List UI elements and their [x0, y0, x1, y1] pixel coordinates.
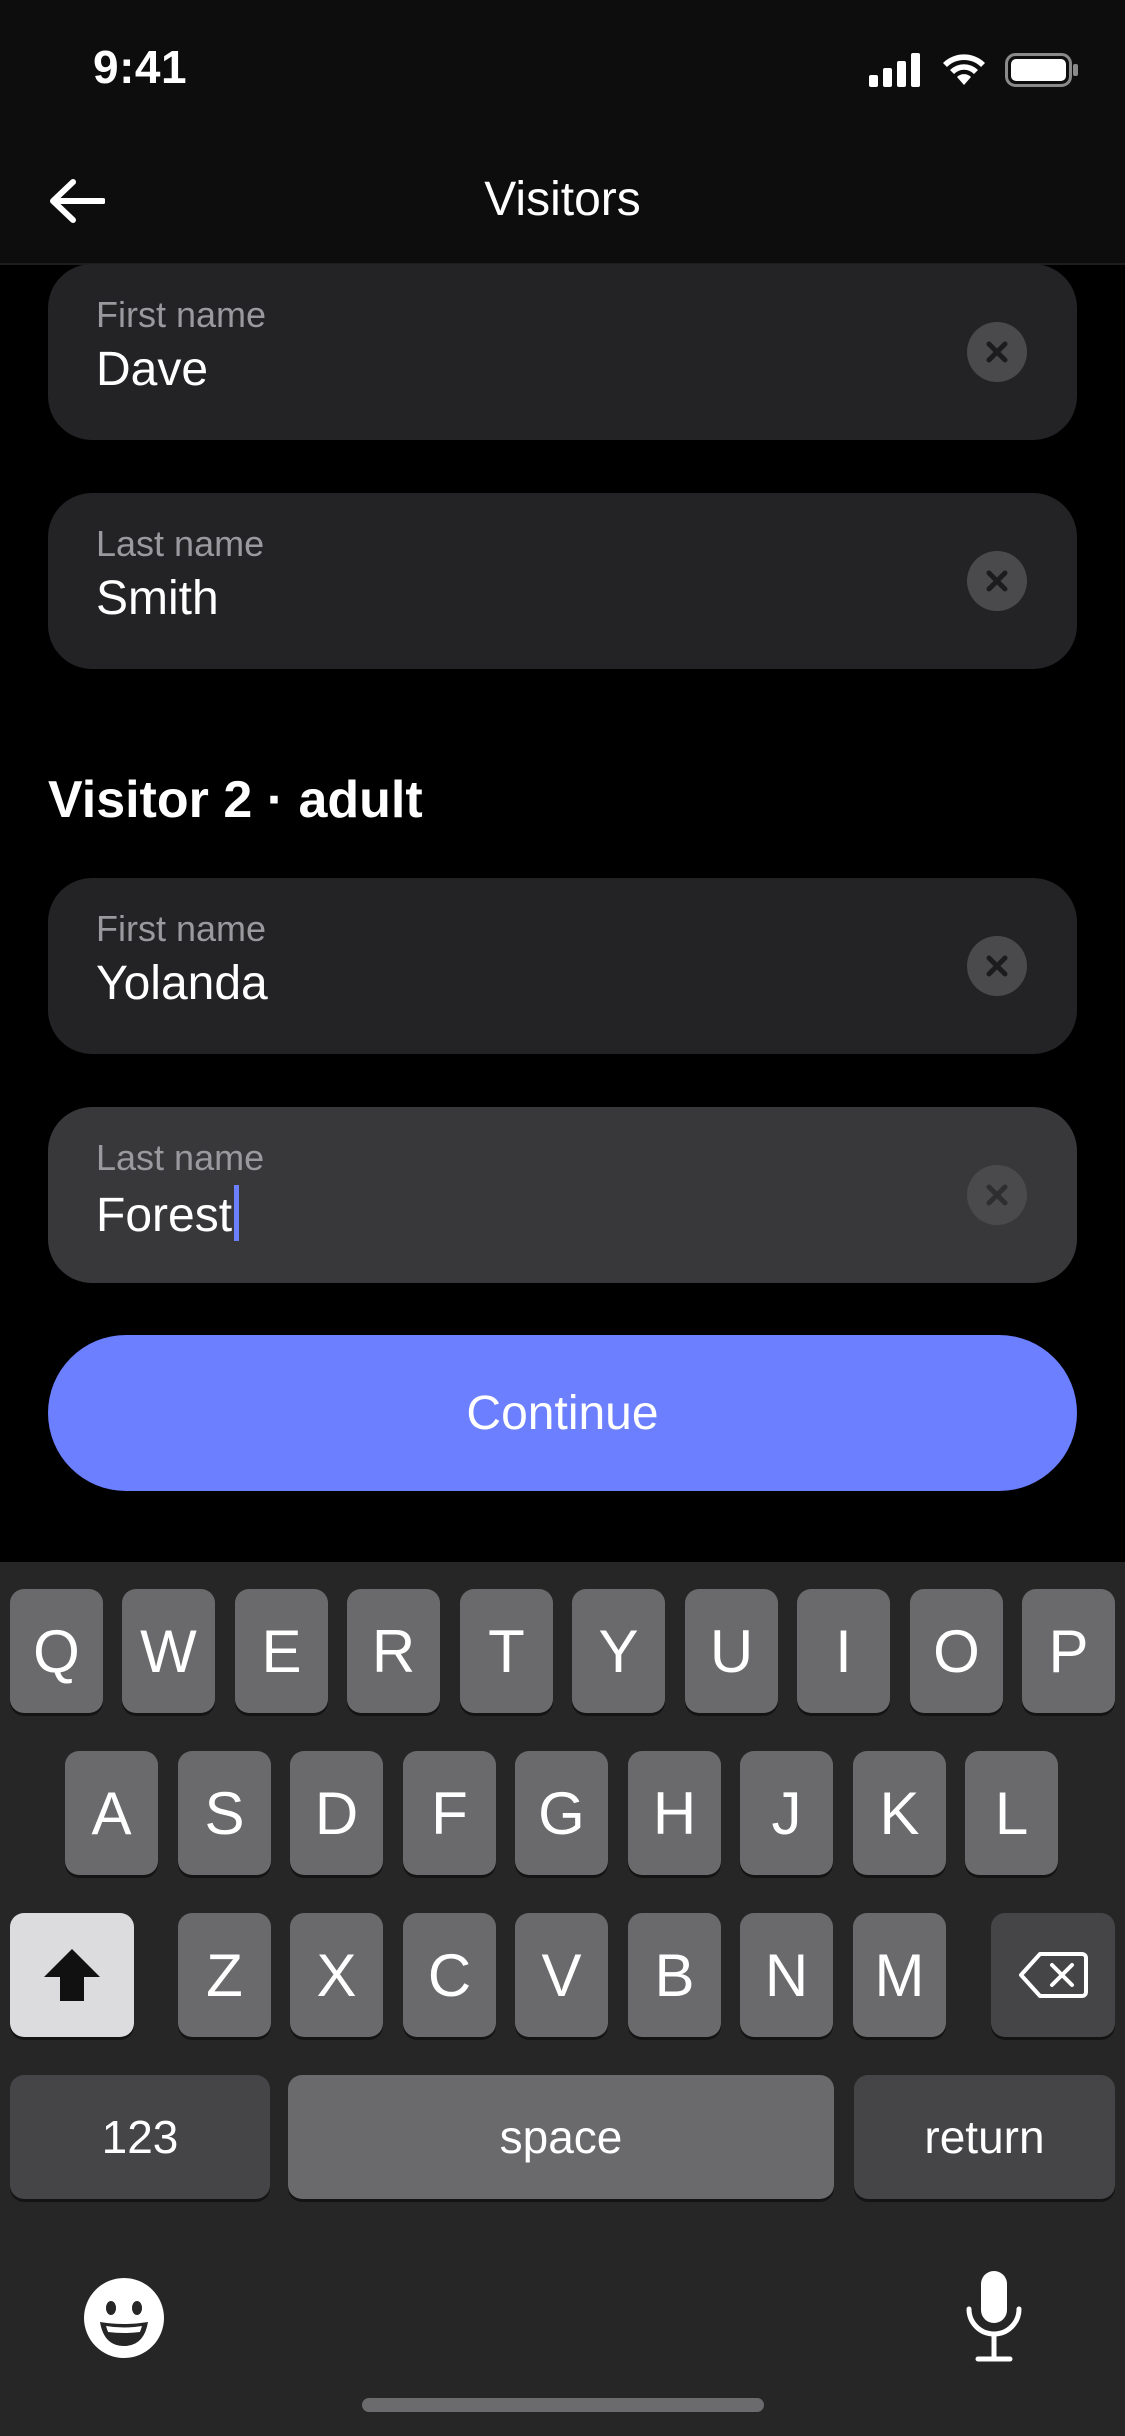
field-label: First name	[96, 294, 267, 335]
clear-button[interactable]	[967, 551, 1027, 611]
key-e[interactable]: E	[235, 1589, 328, 1713]
key-j[interactable]: J	[740, 1751, 833, 1875]
visitor2-last-name-field[interactable]: Last name Forest	[48, 1107, 1077, 1283]
wifi-icon	[943, 54, 985, 85]
field-label: First name	[96, 908, 267, 949]
return-key[interactable]: return	[854, 2075, 1115, 2199]
key-y[interactable]: Y	[572, 1589, 665, 1713]
key-c[interactable]: C	[403, 1913, 496, 2037]
key-q[interactable]: Q	[10, 1589, 103, 1713]
status-icons	[869, 50, 1079, 90]
key-g[interactable]: G	[515, 1751, 608, 1875]
continue-button[interactable]: Continue	[48, 1335, 1077, 1491]
visitor2-heading: Visitor 2 · adult	[48, 771, 423, 829]
space-key[interactable]: space	[288, 2075, 834, 2199]
field-value: Forest	[96, 1185, 240, 1243]
page-title: Visitors	[484, 173, 641, 226]
key-a[interactable]: A	[65, 1751, 158, 1875]
key-o[interactable]: O	[910, 1589, 1003, 1713]
key-w[interactable]: W	[122, 1589, 215, 1713]
key-m[interactable]: M	[853, 1913, 946, 2037]
field-value: Yolanda	[96, 957, 268, 1010]
numbers-key[interactable]: 123	[10, 2075, 270, 2199]
key-l[interactable]: L	[965, 1751, 1058, 1875]
key-n[interactable]: N	[740, 1913, 833, 2037]
microphone-icon	[966, 2271, 1022, 2362]
field-value-text: Forest	[96, 1189, 233, 1242]
delete-key[interactable]	[991, 1913, 1115, 2037]
key-i[interactable]: I	[797, 1589, 890, 1713]
shift-arrow-icon	[44, 1949, 100, 2001]
status-time: 9:41	[93, 41, 188, 93]
key-u[interactable]: U	[685, 1589, 778, 1713]
clear-button[interactable]	[967, 936, 1027, 996]
field-value: Dave	[96, 343, 209, 396]
key-s[interactable]: S	[178, 1751, 271, 1875]
cellular-signal-icon	[869, 53, 920, 87]
close-icon	[986, 570, 1008, 592]
battery-icon	[1005, 53, 1078, 87]
key-z[interactable]: Z	[178, 1913, 271, 2037]
status-bar: 9:41	[0, 0, 1125, 140]
emoji-icon	[84, 2278, 164, 2358]
key-v[interactable]: V	[515, 1913, 608, 2037]
key-r[interactable]: R	[347, 1589, 440, 1713]
clear-button[interactable]	[967, 322, 1027, 382]
field-value: Smith	[96, 572, 219, 625]
visitor1-first-name-field[interactable]: First name Dave	[48, 264, 1077, 440]
close-icon	[986, 955, 1008, 977]
close-icon	[986, 341, 1008, 363]
field-label: Last name	[96, 1137, 265, 1178]
navigation-bar: Visitors	[0, 140, 1125, 265]
close-icon	[986, 1184, 1008, 1206]
key-b[interactable]: B	[628, 1913, 721, 2037]
dictation-button[interactable]	[960, 2267, 1028, 2367]
backspace-icon	[1019, 1952, 1088, 1998]
visitor1-last-name-field[interactable]: Last name Smith	[48, 493, 1077, 669]
field-label: Last name	[96, 523, 265, 564]
key-k[interactable]: K	[853, 1751, 946, 1875]
key-d[interactable]: D	[290, 1751, 383, 1875]
key-f[interactable]: F	[403, 1751, 496, 1875]
shift-key[interactable]	[10, 1913, 134, 2037]
text-caret	[234, 1185, 240, 1241]
keyboard: Q W E R T Y U I O P A S D F G H J K L Z …	[0, 1562, 1125, 2436]
clear-button[interactable]	[967, 1165, 1027, 1225]
key-p[interactable]: P	[1022, 1589, 1115, 1713]
key-x[interactable]: X	[290, 1913, 383, 2037]
key-t[interactable]: T	[460, 1589, 553, 1713]
key-h[interactable]: H	[628, 1751, 721, 1875]
visitor2-first-name-field[interactable]: First name Yolanda	[48, 878, 1077, 1054]
home-indicator	[362, 2398, 764, 2412]
emoji-button[interactable]	[80, 2274, 168, 2362]
